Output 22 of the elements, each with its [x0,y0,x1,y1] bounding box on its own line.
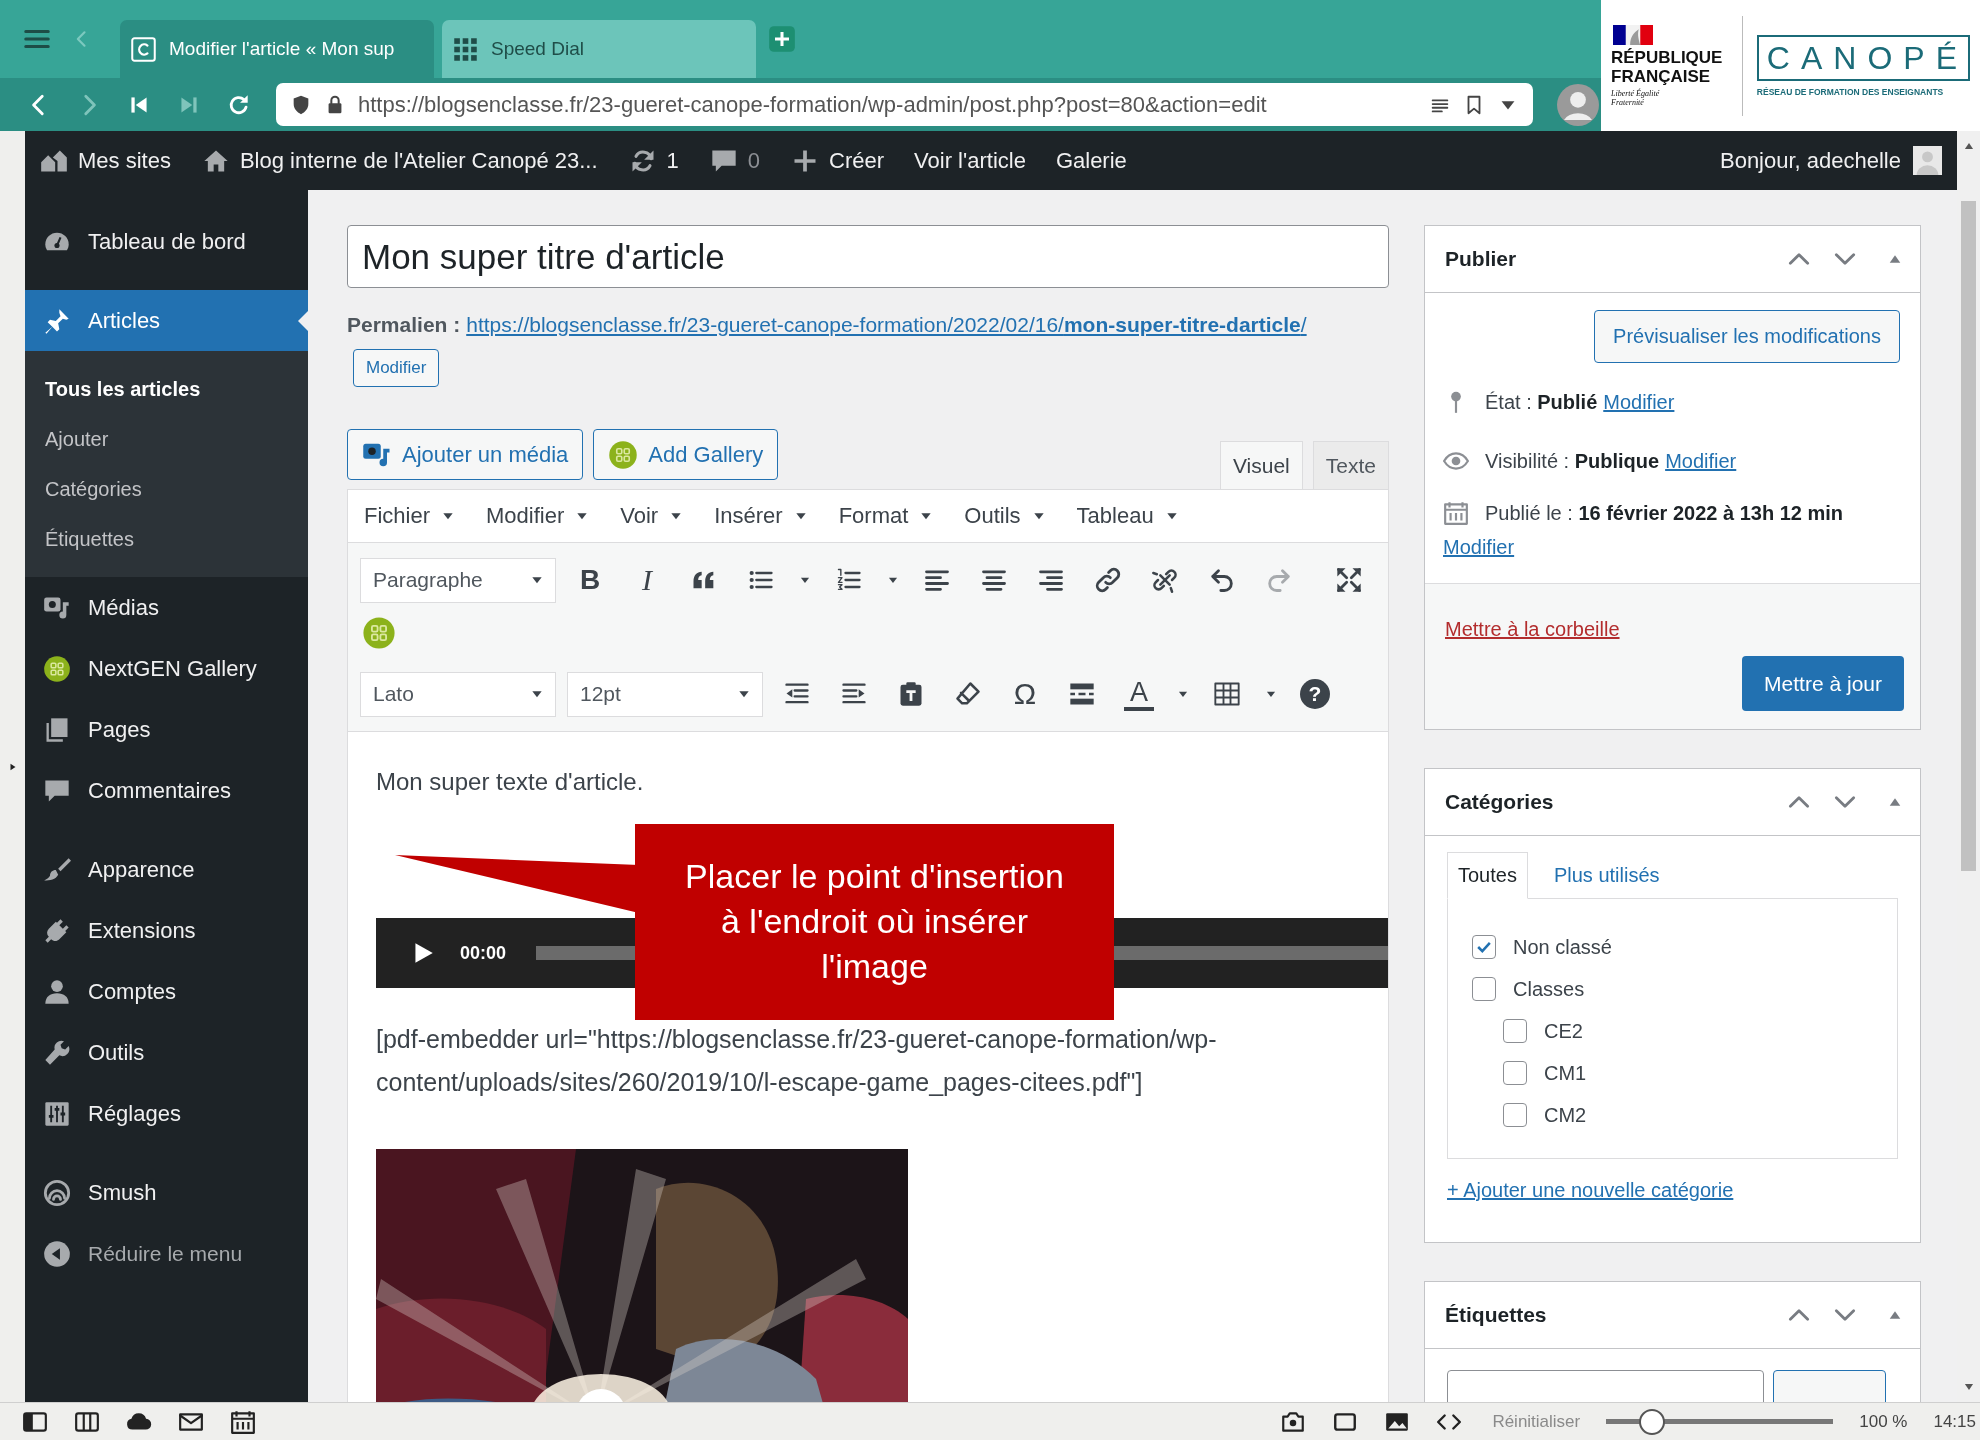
checkbox-label: CE2 [1544,1019,1583,1043]
panel-title: Catégories [1445,790,1554,814]
time-label: 00:00 [460,942,507,964]
clock: 14:15 [1933,1411,1976,1432]
checkbox-label: CM1 [1544,1061,1587,1085]
permalink-label: Permalien : [347,313,461,336]
status-text: Visibilité : Publique [1485,449,1660,473]
shortcode-text: [pdf-embedder url="https://blogsenclasse.fr/23-gueret-canope-formation/wp-content/uploads/sites/260/2019/10/l-escape-game_pages-citees.pdf"] [376,1024,1218,1098]
panel-title: Étiquettes [1445,1303,1547,1327]
logo-wordmark: CANOPÉ [1756,34,1970,81]
panel-title: Publier [1445,247,1517,271]
checkbox-label: CM2 [1544,1103,1587,1127]
callout-tooltip: Placer le point d'insertion à l'endroit où insérer l'image [635,824,1114,1020]
logo-motto: Liberté Égalité Fraternité [1611,88,1661,107]
checkbox-label: Classes [1513,977,1585,1001]
paragraph: Mon super texte d'article. [376,767,645,797]
status-text: Publié le : 16 février 2022 à 13h 12 min [1485,501,1843,525]
status-text: État : Publié [1485,390,1598,414]
logo-tagline: RÉSEAU DE FORMATION DES ENSEIGNANTS [1756,86,1945,97]
zoom-level: 100 % [1859,1411,1908,1432]
logo-text: RÉPUBLIQUE FRANÇAISE [1611,47,1724,86]
checkbox-label: Non classé [1513,935,1612,959]
